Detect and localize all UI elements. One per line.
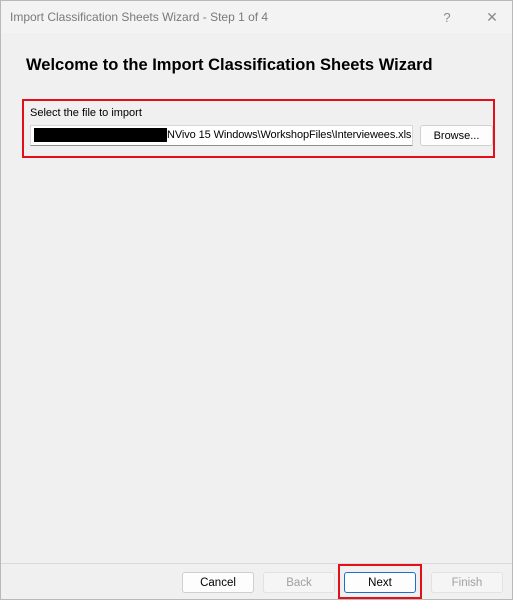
file-path-input[interactable]: NVivo 15 Windows\WorkshopFiles\Interview… xyxy=(30,125,413,146)
page-title: Welcome to the Import Classification She… xyxy=(26,56,433,74)
wizard-content: Welcome to the Import Classification She… xyxy=(1,33,512,563)
browse-button[interactable]: Browse... xyxy=(420,125,493,146)
wizard-window: Import Classification Sheets Wizard - St… xyxy=(0,0,513,600)
back-button[interactable]: Back xyxy=(263,572,335,593)
title-bar: Import Classification Sheets Wizard - St… xyxy=(1,1,512,33)
help-button[interactable]: ? xyxy=(427,1,467,33)
file-path-text: NVivo 15 Windows\WorkshopFiles\Interview… xyxy=(167,129,412,141)
window-title: Import Classification Sheets Wizard - St… xyxy=(10,10,269,24)
footer-divider xyxy=(1,563,512,564)
cancel-button[interactable]: Cancel xyxy=(182,572,254,593)
next-button[interactable]: Next xyxy=(344,572,416,593)
close-icon: ✕ xyxy=(486,8,498,25)
file-select-label: Select the file to import xyxy=(30,107,142,119)
file-select-highlight: Select the file to import NVivo 15 Windo… xyxy=(22,99,495,158)
redacted-path-segment xyxy=(34,128,167,142)
finish-button[interactable]: Finish xyxy=(431,572,503,593)
help-icon: ? xyxy=(443,9,451,25)
close-button[interactable]: ✕ xyxy=(472,1,512,33)
